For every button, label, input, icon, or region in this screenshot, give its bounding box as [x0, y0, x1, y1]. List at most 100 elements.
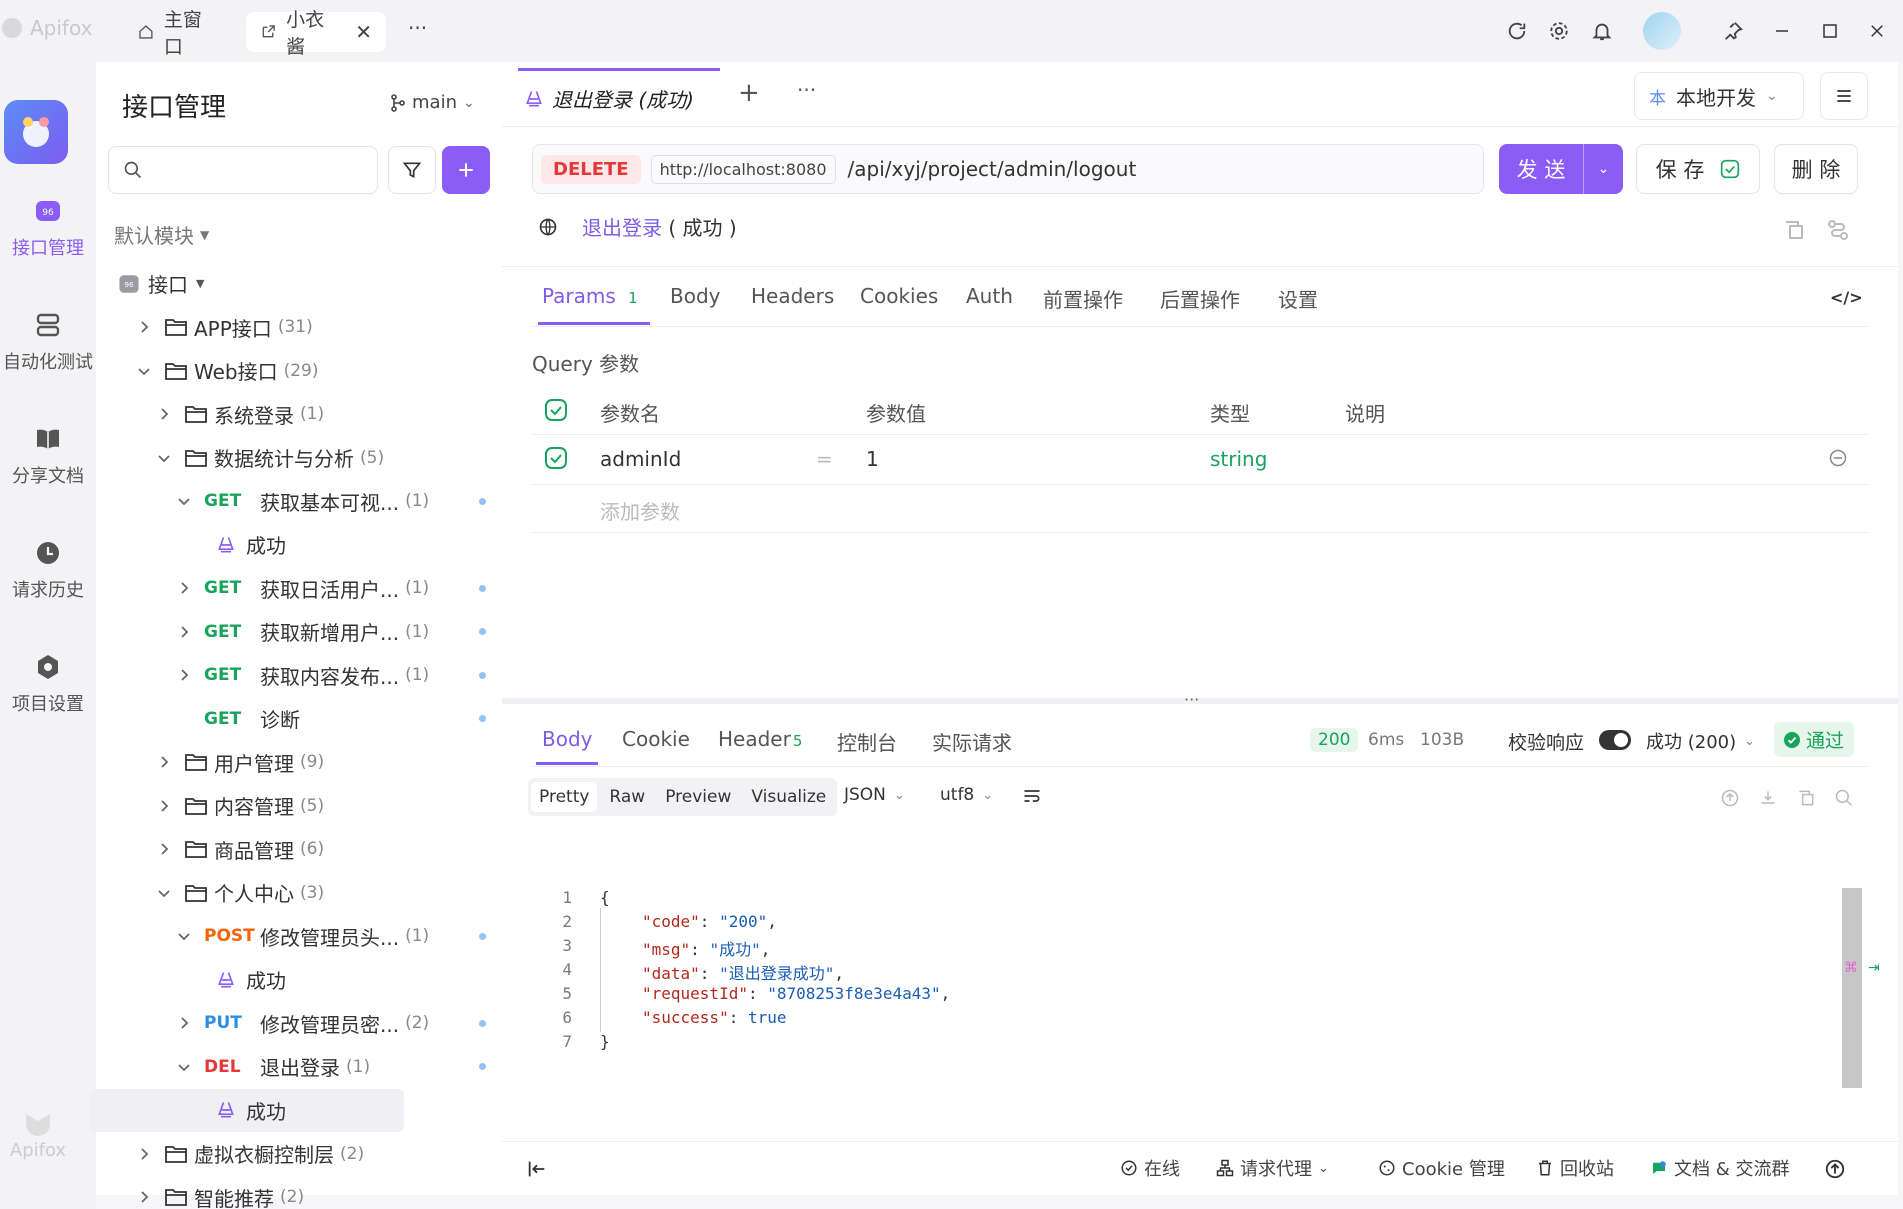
- chevron-down-icon[interactable]: [136, 363, 152, 379]
- close-window-icon[interactable]: [1860, 14, 1894, 48]
- request-name[interactable]: 退出登录: [582, 216, 662, 240]
- docs-community[interactable]: 文档 & 交流群: [1650, 1155, 1789, 1181]
- add-button[interactable]: [442, 146, 490, 194]
- collapse-sidebar-icon[interactable]: [526, 1158, 548, 1180]
- validate-case-select[interactable]: 成功 (200) ⌄: [1646, 728, 1755, 754]
- tab-params[interactable]: Params 1: [542, 284, 638, 308]
- chevron-down-icon[interactable]: [176, 1059, 192, 1075]
- chevron-right-icon[interactable]: [156, 841, 172, 857]
- tree-folder[interactable]: 数据统计与分析 (5): [96, 436, 502, 479]
- tree-case-item[interactable]: 成功: [96, 523, 502, 566]
- send-button[interactable]: 发 送 ⌄: [1499, 144, 1623, 194]
- search-input[interactable]: [108, 146, 378, 194]
- tab-response-cookie[interactable]: Cookie: [622, 727, 690, 751]
- tree-folder[interactable]: 内容管理 (5): [96, 784, 502, 827]
- add-param-input[interactable]: 添加参数: [600, 496, 680, 525]
- rail-item-api[interactable]: 96 接口管理: [0, 196, 96, 260]
- chevron-down-icon[interactable]: [156, 885, 172, 901]
- tree-api-item[interactable]: GET 获取内容发布... (1): [96, 654, 502, 697]
- upload-icon[interactable]: [1720, 788, 1740, 808]
- chevron-right-icon[interactable]: [136, 319, 152, 335]
- tree-folder[interactable]: 个人中心 (3): [96, 871, 502, 914]
- param-enabled-checkbox[interactable]: [544, 446, 568, 470]
- tab-post-actions[interactable]: 后置操作: [1160, 284, 1240, 313]
- view-tab-preview[interactable]: Preview: [657, 782, 739, 812]
- select-all-checkbox[interactable]: [544, 398, 568, 422]
- code-icon[interactable]: </>: [1830, 288, 1863, 307]
- scrollbar-thumb[interactable]: [1842, 888, 1862, 1088]
- module-selector[interactable]: 默认模块 ▼: [114, 220, 209, 249]
- view-tab-pretty[interactable]: Pretty: [531, 782, 598, 812]
- rail-item-history[interactable]: 请求历史: [0, 538, 96, 602]
- tab-settings[interactable]: 设置: [1278, 284, 1318, 313]
- tab-console[interactable]: 控制台: [837, 727, 897, 756]
- refresh-icon[interactable]: [1500, 14, 1534, 48]
- share-icon[interactable]: [1826, 218, 1850, 242]
- chevron-right-icon[interactable]: [156, 798, 172, 814]
- tab-main-window[interactable]: 主窗口: [124, 9, 228, 58]
- copy-response-icon[interactable]: [1796, 788, 1816, 808]
- splitter-handle-icon[interactable]: ···: [1184, 690, 1199, 709]
- chevron-right-icon[interactable]: [176, 1015, 192, 1031]
- tree-api-item[interactable]: GET 获取基本可视... (1): [96, 480, 502, 523]
- send-dropdown-icon[interactable]: ⌄: [1583, 144, 1623, 194]
- online-status[interactable]: 在线: [1120, 1155, 1180, 1181]
- expand-panel-icon[interactable]: ⇥: [1868, 960, 1880, 976]
- chevron-down-icon[interactable]: [176, 493, 192, 509]
- save-button[interactable]: 保 存: [1636, 144, 1760, 194]
- rail-item-settings[interactable]: 项目设置: [0, 652, 96, 716]
- response-code-view[interactable]: 1 {2 "code": "200", 3 "msg": "成功", 4 "data": "…: [502, 888, 1802, 1068]
- view-tab-raw[interactable]: Raw: [601, 782, 653, 812]
- pin-icon[interactable]: [1716, 14, 1750, 48]
- rail-item-docs[interactable]: 分享文档: [0, 424, 96, 488]
- tree-folder[interactable]: 虚拟衣橱控制层 (2): [96, 1132, 502, 1175]
- bell-icon[interactable]: [1585, 14, 1619, 48]
- tree-api-item[interactable]: GET 诊断: [96, 697, 502, 740]
- cookie-manager[interactable]: Cookie 管理: [1378, 1155, 1505, 1181]
- panel-splitter[interactable]: [502, 698, 1898, 704]
- remove-param-icon[interactable]: [1828, 448, 1848, 468]
- wrap-lines-icon[interactable]: [1022, 786, 1042, 806]
- tab-cookies[interactable]: Cookies: [860, 284, 938, 308]
- avatar[interactable]: [1643, 12, 1681, 50]
- param-value-input[interactable]: 1: [866, 447, 879, 471]
- more-tabs-button[interactable]: ···: [408, 16, 427, 40]
- base-url[interactable]: http://localhost:8080: [650, 154, 836, 184]
- chevron-right-icon[interactable]: [176, 667, 192, 683]
- chevron-down-icon[interactable]: [176, 928, 192, 944]
- tree-api-item[interactable]: GET 获取新增用户... (1): [96, 610, 502, 653]
- tree-case-item[interactable]: 成功: [96, 958, 502, 1001]
- proxy-menu[interactable]: 请求代理 ⌄: [1216, 1155, 1329, 1181]
- view-tab-visualize[interactable]: Visualize: [743, 782, 834, 812]
- tree-api-item[interactable]: PUT 修改管理员密... (2): [96, 1002, 502, 1045]
- delete-button[interactable]: 删 除: [1774, 144, 1858, 194]
- ai-assist-icon[interactable]: ⌘: [1844, 960, 1858, 976]
- tree-folder[interactable]: 用户管理 (9): [96, 741, 502, 784]
- tab-response-header[interactable]: Header 5: [718, 727, 802, 751]
- validate-toggle[interactable]: [1599, 730, 1631, 750]
- method-selector[interactable]: DELETE: [541, 154, 641, 184]
- encoding-select[interactable]: utf8 ⌄: [940, 785, 993, 805]
- url-path-input[interactable]: /api/xyj/project/admin/logout: [848, 157, 1137, 181]
- param-name-input[interactable]: adminId: [600, 447, 681, 471]
- rail-item-automation[interactable]: 自动化测试: [0, 310, 106, 374]
- tab-project[interactable]: 小衣酱 ✕: [246, 9, 386, 58]
- filter-button[interactable]: [388, 146, 436, 194]
- tree-case-item[interactable]: 成功: [90, 1088, 404, 1132]
- param-type-select[interactable]: string: [1210, 447, 1267, 471]
- copy-icon[interactable]: [1782, 218, 1806, 242]
- tree-root[interactable]: 96 接口 ▼: [96, 262, 502, 305]
- tab-body[interactable]: Body: [670, 284, 721, 308]
- tree-api-item[interactable]: DEL 退出登录 (1): [96, 1045, 502, 1088]
- tree-folder[interactable]: 商品管理 (6): [96, 828, 502, 871]
- more-options-button[interactable]: ···: [797, 78, 816, 102]
- tab-actual-request[interactable]: 实际请求: [932, 727, 1012, 756]
- trash-button[interactable]: 回收站: [1536, 1155, 1614, 1181]
- tab-auth[interactable]: Auth: [966, 284, 1013, 308]
- tab-pre-actions[interactable]: 前置操作: [1043, 284, 1123, 313]
- tree-folder[interactable]: 智能推荐 (2): [96, 1176, 502, 1209]
- chevron-right-icon[interactable]: [136, 1146, 152, 1162]
- search-field[interactable]: [151, 159, 371, 181]
- tree-folder[interactable]: Web接口 (29): [96, 349, 502, 392]
- tab-headers[interactable]: Headers: [751, 284, 834, 308]
